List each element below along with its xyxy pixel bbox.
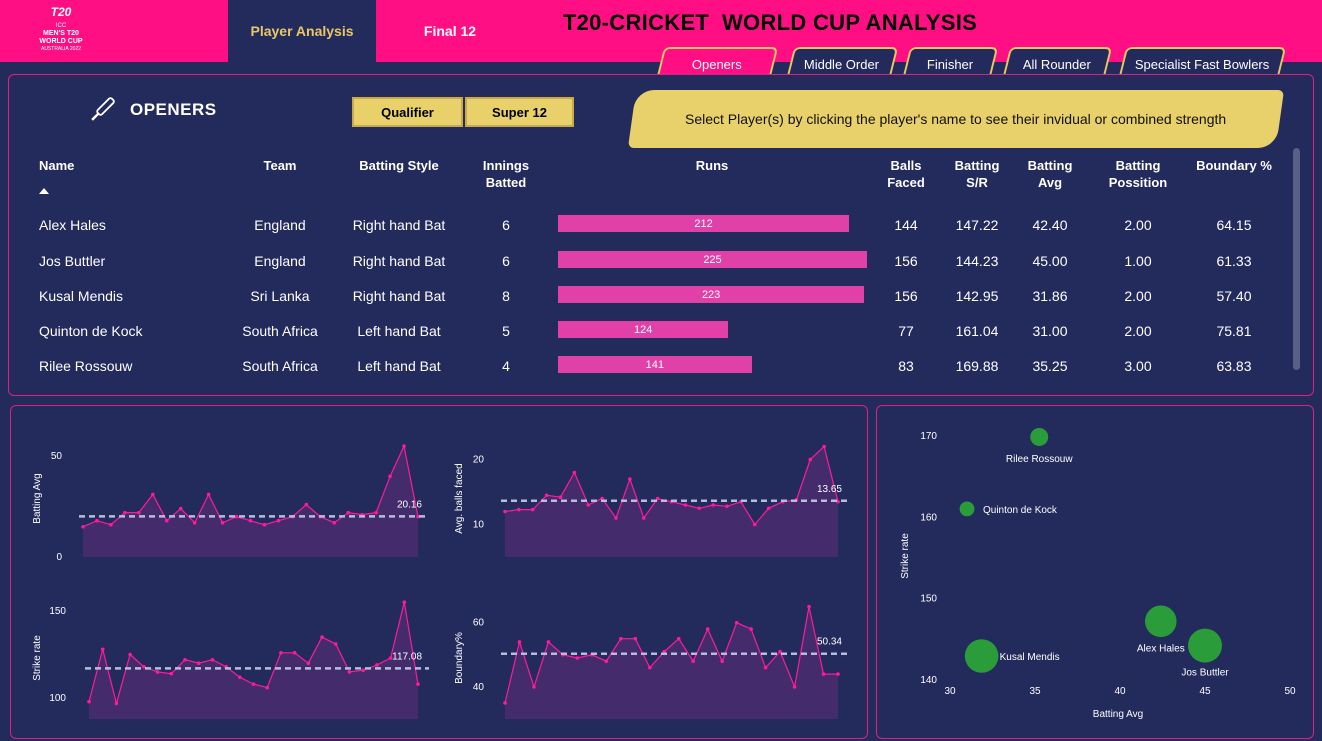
innings-cell: 8 — [502, 287, 510, 304]
category-label: Finisher — [926, 56, 974, 72]
batting-position-cell: 3.00 — [1124, 357, 1152, 374]
t20-world-cup-logo: T20 ICC MEN'S T20 WORLD CUP AUSTRALIA 20… — [39, 5, 82, 52]
header-batting-sr[interactable]: Batting S/R — [944, 157, 1010, 191]
boundary-pct-cell: 61.33 — [1216, 252, 1252, 269]
header-innings-batted[interactable]: Innings Batted — [468, 157, 544, 191]
innings-cell: 6 — [502, 252, 510, 269]
category-label: Middle Order — [804, 56, 880, 72]
header-sr-line1: Batting — [954, 158, 1000, 173]
stage-super12-button[interactable]: Super 12 — [465, 97, 574, 127]
batting-avg-cell: 45.00 — [1032, 252, 1068, 269]
stage-qualifier-button[interactable]: Qualifier — [352, 97, 463, 127]
runs-bar: 225 — [558, 251, 867, 268]
logo-line-2: MEN'S T20 — [43, 30, 79, 37]
page-title: T20-CRICKET WORLD CUP ANALYSIS — [562, 10, 978, 35]
player-name-cell[interactable]: Rilee Rossouw — [39, 348, 239, 383]
header-sr-line2: S/R — [966, 175, 988, 190]
batting-style-cell: Right hand Bat — [352, 252, 446, 269]
strike-rate-cell: 169.88 — [955, 357, 999, 374]
logo-line-1: ICC — [56, 23, 67, 29]
batting-style-cell: Right hand Bat — [352, 287, 446, 304]
logo-line-4: AUSTRALIA 2022 — [41, 46, 81, 52]
header-innings-line1: Innings — [482, 158, 530, 173]
table-scrollbar[interactable] — [1293, 148, 1300, 370]
trend-charts-panel — [10, 405, 868, 739]
runs-bar: 124 — [558, 321, 729, 338]
batting-style-cell: Left hand Bat — [357, 322, 441, 339]
innings-cell: 6 — [502, 216, 510, 233]
header-runs[interactable]: Runs — [672, 157, 752, 174]
boundary-pct-cell: 57.40 — [1216, 287, 1252, 304]
table-row[interactable]: Alex Hales England Right hand Bat 6 144 147.2… — [12, 207, 1282, 242]
innings-cell: 4 — [502, 357, 510, 374]
header-pos-line1: Batting — [1115, 158, 1161, 173]
header-avg-line1: Batting — [1027, 158, 1073, 173]
boundary-pct-cell: 63.83 — [1216, 357, 1252, 374]
batting-avg-cell: 35.25 — [1032, 357, 1068, 374]
category-label: Specialist Fast Bowlers — [1134, 56, 1270, 72]
team-cell: England — [254, 252, 306, 269]
info-banner: Select Player(s) by clicking the player'… — [627, 90, 1285, 148]
table-row[interactable]: Quinton de Kock South Africa Left hand Bat… — [12, 313, 1282, 348]
header-batting-avg[interactable]: Batting Avg — [1018, 157, 1082, 191]
header-balls-faced[interactable]: Balls Faced — [876, 157, 936, 191]
player-name-cell[interactable]: Kusal Mendis — [39, 278, 239, 313]
batting-style-cell: Left hand Bat — [357, 357, 441, 374]
header-name[interactable]: Name — [39, 157, 74, 174]
player-name-cell[interactable]: Alex Hales — [39, 207, 239, 242]
innings-cell: 5 — [502, 322, 510, 339]
batting-position-cell: 2.00 — [1124, 322, 1152, 339]
info-text: Select Player(s) by clicking the player'… — [685, 111, 1227, 127]
scatter-panel — [876, 405, 1314, 739]
team-cell: England — [254, 216, 306, 233]
header-team[interactable]: Team — [240, 157, 320, 174]
logo-line-3: WORLD CUP — [39, 38, 82, 45]
tab-player-analysis[interactable]: Player Analysis — [228, 0, 376, 62]
batting-position-cell: 1.00 — [1124, 252, 1152, 269]
header-avg-line2: Avg — [1037, 175, 1063, 190]
batting-position-cell: 2.00 — [1124, 287, 1152, 304]
header-balls-line1: Balls — [890, 158, 922, 173]
balls-faced-cell: 144 — [894, 216, 918, 233]
strike-rate-cell: 144.23 — [955, 252, 999, 269]
player-name-cell[interactable]: Jos Buttler — [39, 243, 239, 278]
strike-rate-cell: 161.04 — [955, 322, 999, 339]
balls-faced-cell: 156 — [894, 252, 918, 269]
team-cell: South Africa — [242, 322, 318, 339]
cricket-bat-icon — [91, 97, 115, 121]
header-pos-line2: Possition — [1108, 175, 1168, 190]
batting-avg-cell: 42.40 — [1032, 216, 1068, 233]
header-balls-line2: Faced — [887, 175, 925, 190]
boundary-pct-cell: 75.81 — [1216, 322, 1252, 339]
strike-rate-cell: 142.95 — [955, 287, 999, 304]
balls-faced-cell: 156 — [894, 287, 918, 304]
balls-faced-cell: 77 — [898, 322, 914, 339]
boundary-pct-cell: 64.15 — [1216, 216, 1252, 233]
header-innings-line2: Batted — [485, 175, 527, 190]
batting-avg-cell: 31.00 — [1032, 322, 1068, 339]
runs-bar: 223 — [558, 286, 865, 303]
runs-bar: 141 — [558, 356, 752, 373]
player-name-cell[interactable]: Quinton de Kock — [39, 313, 239, 348]
team-cell: Sri Lanka — [250, 287, 310, 304]
svg-text:T20: T20 — [51, 5, 72, 19]
balls-faced-cell: 83 — [898, 357, 914, 374]
batting-style-cell: Right hand Bat — [352, 216, 446, 233]
category-label: All Rounder — [1023, 56, 1091, 72]
section-title: OPENERS — [130, 100, 217, 119]
strike-rate-cell: 147.22 — [955, 216, 999, 233]
header-batting-position[interactable]: Batting Possition — [1098, 157, 1178, 191]
table-row[interactable]: Jos Buttler England Right hand Bat 6 156 144.… — [12, 243, 1282, 278]
team-cell: South Africa — [242, 357, 318, 374]
runs-bar: 212 — [558, 215, 850, 232]
batting-avg-cell: 31.86 — [1032, 287, 1068, 304]
table-row[interactable]: Kusal Mendis Sri Lanka Right hand Bat 8 156 1… — [12, 278, 1282, 313]
batting-position-cell: 2.00 — [1124, 216, 1152, 233]
header-boundary-pct[interactable]: Boundary % — [1190, 157, 1278, 174]
category-label: Openers — [692, 56, 742, 72]
header-batting-style[interactable]: Batting Style — [345, 157, 453, 174]
sort-ascending-icon[interactable] — [39, 188, 49, 194]
table-row[interactable]: Rilee Rossouw South Africa Left hand Bat 4 8… — [12, 348, 1282, 383]
